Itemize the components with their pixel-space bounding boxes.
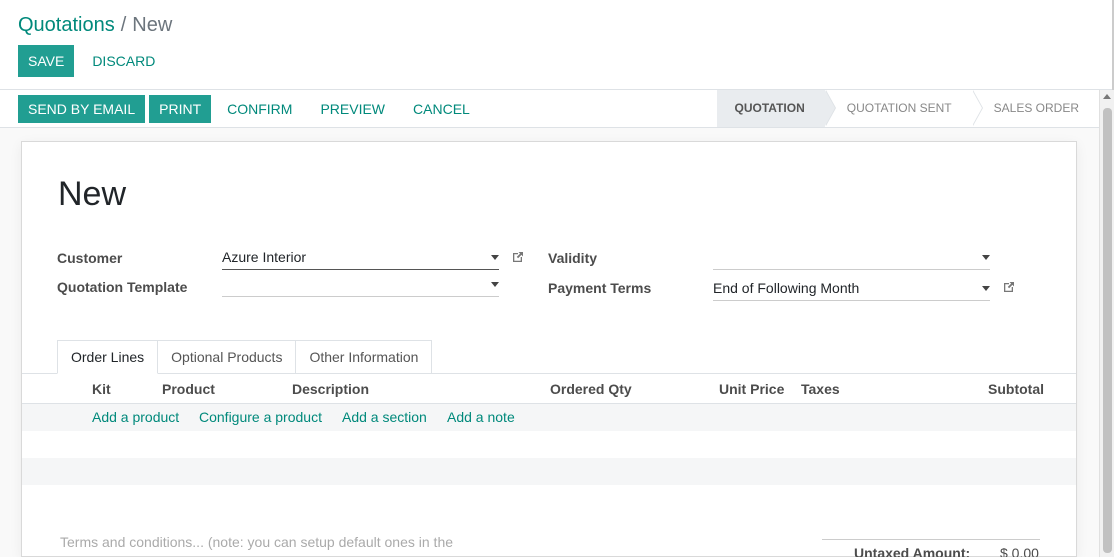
column-ordered-qty[interactable]: Ordered Qty <box>550 381 632 397</box>
add-section-link[interactable]: Add a section <box>342 409 427 425</box>
configure-product-link[interactable]: Configure a product <box>199 409 322 425</box>
tab-optional-products[interactable]: Optional Products <box>157 340 297 374</box>
add-note-link[interactable]: Add a note <box>447 409 515 425</box>
untaxed-amount-value: $ 0.00 <box>1000 545 1039 557</box>
column-description[interactable]: Description <box>292 381 369 397</box>
vertical-scrollbar[interactable] <box>1099 90 1114 557</box>
status-step-label: QUOTATION SENT <box>846 101 952 115</box>
payment-terms-label: Payment Terms <box>548 280 652 296</box>
tab-other-information[interactable]: Other Information <box>295 340 433 374</box>
quotation-template-dropdown-icon[interactable] <box>491 282 499 287</box>
breadcrumb-quotations-link[interactable]: Quotations <box>18 14 115 36</box>
breadcrumb-current: New <box>132 14 173 36</box>
external-link-icon[interactable] <box>1002 280 1016 294</box>
step-arrow <box>824 90 835 126</box>
tab-order-lines[interactable]: Order Lines <box>57 340 159 374</box>
add-line-row: Add a product Configure a product Add a … <box>22 404 1076 431</box>
customer-value: Azure Interior <box>222 249 307 265</box>
control-panel: Quotations / New SAVE DISCARD <box>0 0 1112 90</box>
cancel-button[interactable]: CANCEL <box>401 95 482 123</box>
status-step-label: QUOTATION <box>734 101 805 115</box>
status-step-quotation[interactable]: QUOTATION <box>716 90 836 127</box>
table-row-empty <box>22 431 1076 458</box>
breadcrumb: Quotations / New <box>18 14 172 37</box>
customer-label: Customer <box>57 250 123 266</box>
quotation-template-field[interactable] <box>222 273 499 297</box>
totals-divider <box>822 539 1040 540</box>
scroll-up-arrow-icon[interactable] <box>1103 94 1111 99</box>
breadcrumb-separator: / <box>120 14 127 36</box>
record-title: New <box>58 175 127 213</box>
send-by-email-button[interactable]: SEND BY EMAIL <box>18 95 146 123</box>
validity-field[interactable] <box>713 246 990 270</box>
notebook-tabs: Order Lines Optional Products Other Info… <box>57 340 433 374</box>
customer-field[interactable]: Azure Interior <box>222 246 499 270</box>
quotation-template-label: Quotation Template <box>57 279 188 295</box>
column-kit[interactable]: Kit <box>92 381 111 397</box>
customer-dropdown-icon[interactable] <box>491 255 499 260</box>
column-unit-price[interactable]: Unit Price <box>719 381 784 397</box>
column-taxes[interactable]: Taxes <box>801 381 840 397</box>
scrollbar-thumb[interactable] <box>1103 108 1112 553</box>
payment-terms-dropdown-icon[interactable] <box>982 286 990 291</box>
discard-button[interactable]: DISCARD <box>78 45 169 77</box>
status-steps: QUOTATION QUOTATION SENT SALES ORDER <box>716 90 1099 127</box>
status-step-label: SALES ORDER <box>993 101 1079 115</box>
add-product-link[interactable]: Add a product <box>92 409 179 425</box>
column-subtotal[interactable]: Subtotal <box>988 381 1044 397</box>
print-button[interactable]: PRINT <box>149 95 212 123</box>
form-buttons: SAVE DISCARD <box>18 45 169 77</box>
order-lines-header: Kit Product Description Ordered Qty Unit… <box>22 374 1076 404</box>
validity-label: Validity <box>548 250 598 266</box>
save-button[interactable]: SAVE <box>18 45 75 77</box>
external-link-icon[interactable] <box>511 250 525 264</box>
terms-and-conditions-field[interactable]: Terms and conditions... (note: you can s… <box>60 532 480 557</box>
form-sheet: New Customer Azure Interior Quotation Te… <box>21 141 1077 557</box>
statusbar-buttons: SEND BY EMAIL PRINT CONFIRM PREVIEW CANC… <box>18 95 482 123</box>
step-arrow <box>971 90 982 126</box>
payment-terms-field[interactable]: End of Following Month <box>713 277 990 301</box>
preview-button[interactable]: PREVIEW <box>308 95 397 123</box>
confirm-button[interactable]: CONFIRM <box>215 95 304 123</box>
payment-terms-value: End of Following Month <box>713 280 860 296</box>
validity-dropdown-icon[interactable] <box>982 255 990 260</box>
status-step-quotation-sent[interactable]: QUOTATION SENT <box>824 90 983 127</box>
untaxed-amount-label: Untaxed Amount: <box>854 545 971 557</box>
column-product[interactable]: Product <box>162 381 215 397</box>
status-step-sales-order[interactable]: SALES ORDER <box>971 90 1099 127</box>
statusbar: SEND BY EMAIL PRINT CONFIRM PREVIEW CANC… <box>0 90 1099 128</box>
table-row-empty <box>22 458 1076 485</box>
